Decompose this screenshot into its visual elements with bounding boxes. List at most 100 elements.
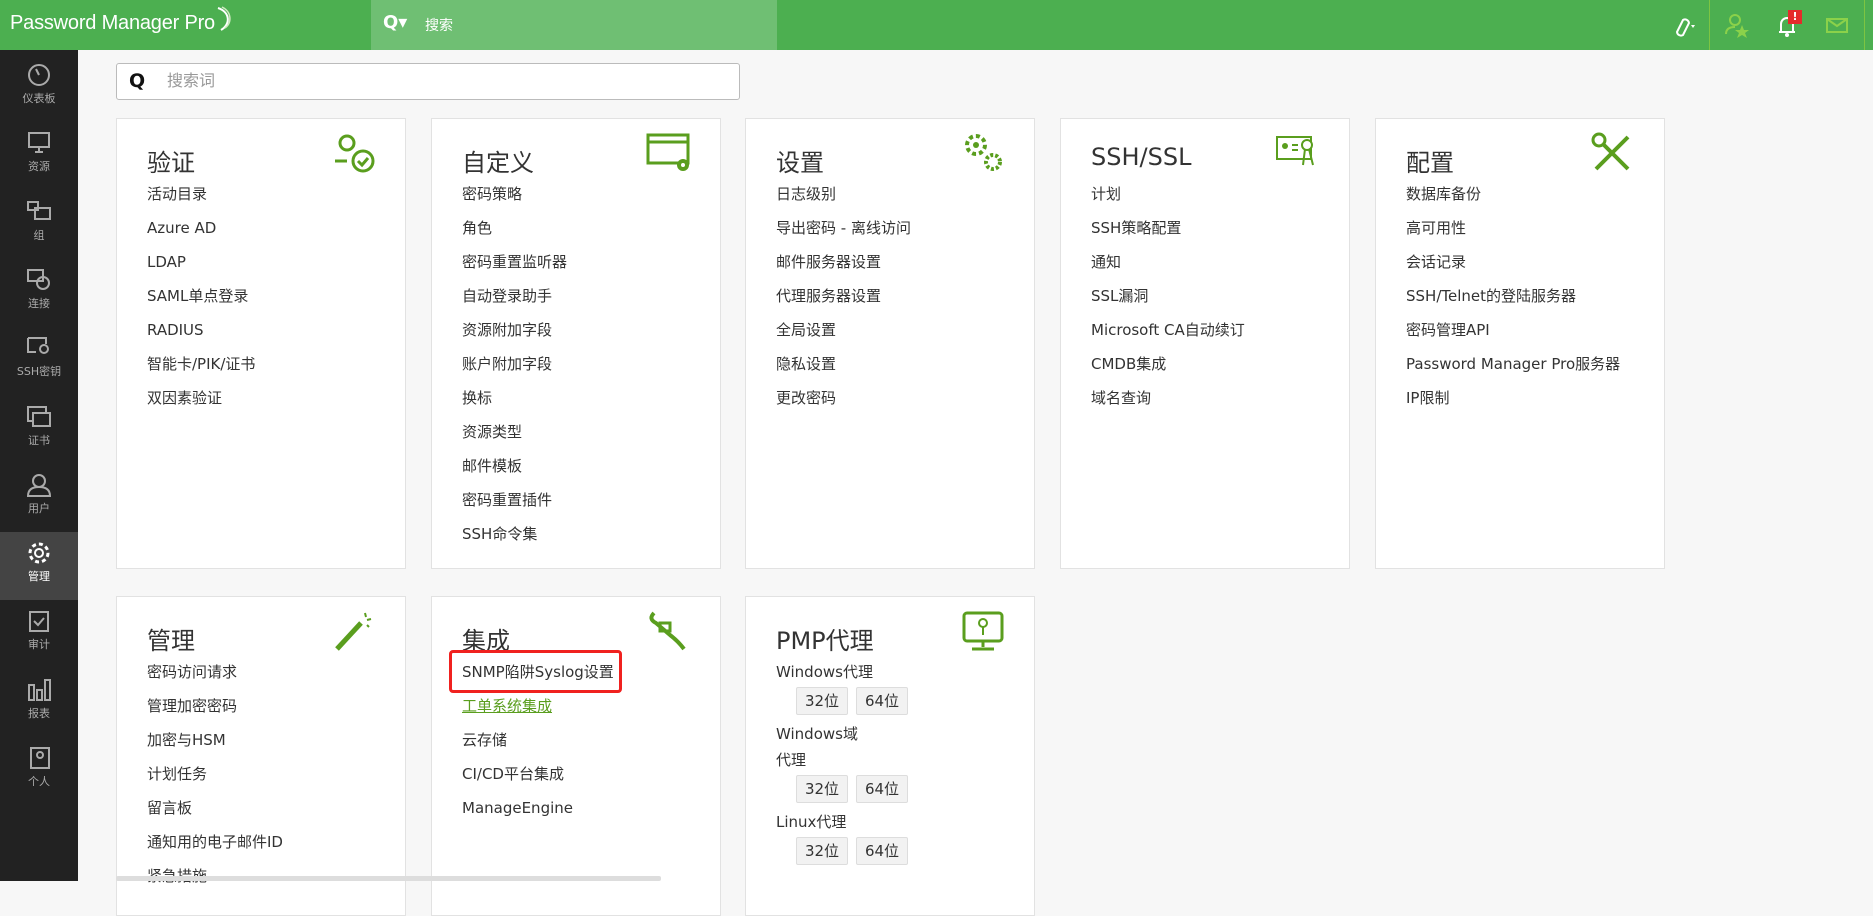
- sidebar-item-label: 用户: [28, 501, 50, 515]
- sidebar-item[interactable]: 证书: [0, 396, 78, 464]
- card-link[interactable]: 留言板: [147, 795, 283, 829]
- card-link[interactable]: 双因素验证: [147, 385, 255, 419]
- sidebar-item[interactable]: 审计: [0, 600, 78, 668]
- sidebar-item-label: 连接: [28, 296, 50, 310]
- card-link[interactable]: RADIUS: [147, 317, 255, 351]
- card-link[interactable]: 密码重置插件: [462, 487, 567, 521]
- search-icon: Q: [129, 70, 146, 92]
- card-link[interactable]: 密码策略: [462, 181, 567, 215]
- certificate-keys-icon: [1276, 136, 1314, 166]
- card-link[interactable]: SSH/Telnet的登陆服务器: [1406, 283, 1620, 317]
- sidebar-item-label: 资源: [28, 160, 50, 174]
- card-link[interactable]: 隐私设置: [776, 351, 911, 385]
- agent-label: Linux代理: [776, 813, 847, 831]
- card-link[interactable]: 密码管理API: [1406, 317, 1620, 351]
- download-32bit-button[interactable]: 32位: [796, 837, 848, 865]
- report-icon: [28, 678, 51, 701]
- gears-icon: [965, 134, 1002, 171]
- download-32bit-button[interactable]: 32位: [796, 687, 848, 715]
- logo-text: Password Manager Pro: [10, 12, 215, 34]
- card-link[interactable]: Microsoft CA自动续订: [1091, 317, 1245, 351]
- card-link[interactable]: SAML单点登录: [147, 283, 255, 317]
- card-link[interactable]: 账户附加字段: [462, 351, 567, 385]
- card-link[interactable]: 换标: [462, 385, 567, 419]
- plug-icon: [649, 611, 686, 651]
- group-icon: [27, 200, 51, 220]
- card-link[interactable]: 通知用的电子邮件ID: [147, 829, 283, 863]
- search-icon[interactable]: Q▾: [383, 12, 407, 33]
- sidebar-item[interactable]: 仪表板: [0, 54, 78, 122]
- card-link[interactable]: 云存储: [462, 727, 614, 761]
- search-input[interactable]: [167, 71, 727, 93]
- app-logo[interactable]: Password Manager Pro: [10, 6, 231, 35]
- sidebar-item[interactable]: 个人: [0, 737, 78, 805]
- card-link[interactable]: SSL漏洞: [1091, 283, 1245, 317]
- card-8: PMP代理 Windows代理 32位 64位 Windows域代理 32位 64位 Linu…: [745, 596, 1035, 916]
- card-link[interactable]: 全局设置: [776, 317, 911, 351]
- card-link[interactable]: SSH策略配置: [1091, 215, 1245, 249]
- card-link[interactable]: 计划任务: [147, 761, 283, 795]
- card-link[interactable]: 会话记录: [1406, 249, 1620, 283]
- card-link[interactable]: 密码访问请求: [147, 659, 283, 693]
- card-links: 计划 SSH策略配置 通知 SSL漏洞 Microsoft CA自动续订 CMDB集成 域名…: [1091, 181, 1245, 419]
- card-link[interactable]: 日志级别: [776, 181, 911, 215]
- card-link[interactable]: 导出密码 - 离线访问: [776, 215, 911, 249]
- sidebar-item[interactable]: 报表: [0, 669, 78, 737]
- card-link[interactable]: 管理加密密码: [147, 693, 283, 727]
- sidebar-item[interactable]: 管理: [0, 532, 78, 601]
- card-link[interactable]: Password Manager Pro服务器: [1406, 351, 1620, 385]
- card-link[interactable]: 代理服务器设置: [776, 283, 911, 317]
- card-links: 密码访问请求管理加密密码加密与HSM计划任务留言板通知用的电子邮件ID紧急措施: [147, 659, 283, 897]
- card-link[interactable]: 资源附加字段: [462, 317, 567, 351]
- card-link[interactable]: IP限制: [1406, 385, 1620, 419]
- search-box[interactable]: Q: [116, 63, 740, 100]
- sidebar-item-label: 审计: [28, 638, 50, 652]
- card-link[interactable]: CMDB集成: [1091, 351, 1245, 385]
- card-link[interactable]: LDAP: [147, 249, 255, 283]
- card-link[interactable]: 加密与HSM: [147, 727, 283, 761]
- card-link[interactable]: CI/CD平台集成: [462, 761, 614, 795]
- card-link[interactable]: ManageEngine: [462, 795, 614, 829]
- download-32bit-button[interactable]: 32位: [796, 775, 848, 803]
- download-64bit-button[interactable]: 64位: [856, 837, 908, 865]
- card-link[interactable]: 智能卡/PIK/证书: [147, 351, 255, 385]
- sidebar-item[interactable]: 组: [0, 191, 78, 259]
- download-64bit-button[interactable]: 64位: [856, 687, 908, 715]
- card-link[interactable]: 角色: [462, 215, 567, 249]
- card-link[interactable]: 邮件服务器设置: [776, 249, 911, 283]
- sidebar-item[interactable]: SSH密钥: [0, 327, 78, 395]
- divider: [1864, 0, 1865, 50]
- card-link[interactable]: 通知: [1091, 249, 1245, 283]
- card-link[interactable]: 工单系统集成: [462, 693, 614, 727]
- card-link[interactable]: 密码重置监听器: [462, 249, 567, 283]
- card-link[interactable]: 域名查询: [1091, 385, 1245, 419]
- card-links: 数据库备份 高可用性 会话记录 SSH/Telnet的登陆服务器 密码管理API Pass…: [1406, 181, 1620, 419]
- sidebar-item[interactable]: 资源: [0, 122, 78, 190]
- card-link[interactable]: 自动登录助手: [462, 283, 567, 317]
- link-dropdown-icon[interactable]: [1665, 8, 1699, 42]
- card-link[interactable]: 高可用性: [1406, 215, 1620, 249]
- card-link[interactable]: 数据库备份: [1406, 181, 1620, 215]
- sidebar-item[interactable]: 用户: [0, 464, 78, 532]
- magic-wand-icon: [335, 612, 372, 651]
- agent-label: Windows域代理: [776, 725, 858, 769]
- card-title: 管理: [147, 627, 195, 655]
- horizontal-scrollbar[interactable]: [116, 876, 661, 881]
- user-star-icon[interactable]: [1720, 8, 1754, 42]
- global-search[interactable]: Q▾ 搜索: [371, 0, 777, 50]
- dashboard-icon: [28, 64, 50, 86]
- card-link[interactable]: Azure AD: [147, 215, 255, 249]
- card-link[interactable]: 邮件模板: [462, 453, 567, 487]
- card-links: 日志级别 导出密码 - 离线访问 邮件服务器设置 代理服务器设置 全局设置 隐私设置 更改密…: [776, 181, 911, 419]
- mail-icon[interactable]: [1820, 8, 1854, 42]
- card-link[interactable]: SSH命令集: [462, 521, 567, 555]
- card-link[interactable]: 计划: [1091, 181, 1245, 215]
- card-link[interactable]: 活动目录: [147, 181, 255, 215]
- download-64bit-button[interactable]: 64位: [856, 775, 908, 803]
- connection-icon: [27, 268, 50, 290]
- card-link[interactable]: 更改密码: [776, 385, 911, 419]
- bell-icon[interactable]: !: [1770, 8, 1804, 42]
- card-title: 配置: [1406, 149, 1454, 177]
- card-link[interactable]: 资源类型: [462, 419, 567, 453]
- sidebar-item[interactable]: 连接: [0, 259, 78, 327]
